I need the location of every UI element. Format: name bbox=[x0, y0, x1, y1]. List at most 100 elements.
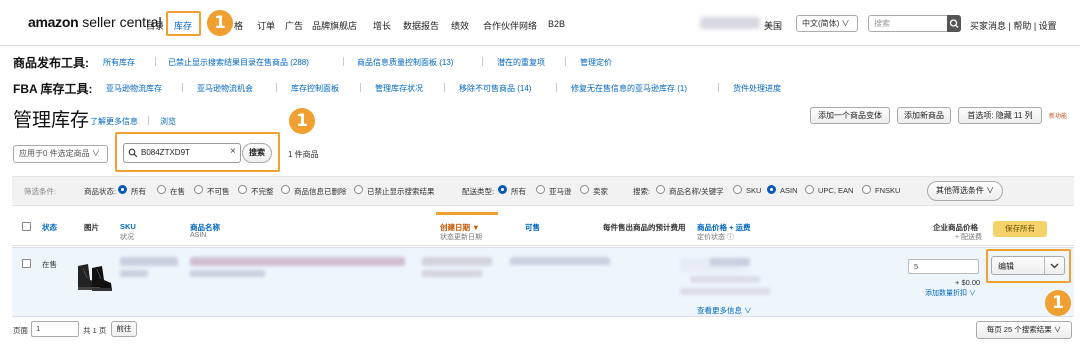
select-all-checkbox[interactable] bbox=[22, 222, 31, 231]
fba-link-dashboard[interactable]: 库存控制面板 bbox=[291, 83, 339, 94]
search-radio-asin[interactable] bbox=[767, 185, 776, 194]
column-sku[interactable]: SKU bbox=[120, 222, 136, 231]
product-image[interactable] bbox=[74, 256, 114, 296]
fba-link-shipments[interactable]: 货件处理进度 bbox=[733, 83, 781, 94]
tool-link-manage-pricing[interactable]: 管理定价 bbox=[580, 57, 612, 68]
page-title: 管理库存 bbox=[13, 110, 90, 131]
row-status: 在售 bbox=[42, 260, 57, 269]
sku-redacted bbox=[120, 257, 178, 266]
search-icon bbox=[949, 19, 959, 28]
condition-redacted bbox=[120, 270, 148, 277]
search-radio-sku[interactable] bbox=[733, 185, 742, 194]
nav-orders[interactable]: 订单 bbox=[257, 19, 275, 32]
new-feature-label: 新功能 bbox=[1049, 114, 1068, 120]
status-radio-active[interactable] bbox=[157, 185, 166, 194]
boots-image bbox=[78, 264, 112, 291]
add-variation-button[interactable]: 添加一个商品变体 bbox=[810, 107, 890, 124]
fulfillment-option-label: 卖家 bbox=[593, 187, 608, 196]
inventory-search-input[interactable]: B084ZTXD9T × bbox=[123, 143, 241, 163]
fulfillment-radio-all[interactable] bbox=[498, 185, 507, 194]
separator bbox=[155, 57, 156, 66]
search-radio-title[interactable] bbox=[656, 185, 665, 194]
view-more-details-link[interactable]: 查看更多信息 ∨ bbox=[697, 305, 752, 316]
tool-link-suppressed[interactable]: 已禁止显示搜索结果目录在售商品 (288) bbox=[168, 57, 309, 68]
column-asin-sub: ASIN bbox=[190, 232, 207, 239]
fba-link-inventory-health[interactable]: 管理库存状况 bbox=[375, 83, 423, 94]
fba-link-fix-stranded[interactable]: 修复无在售信息的亚马逊库存 (1) bbox=[571, 83, 687, 94]
amazon-seller-central-logo[interactable]: amazon seller central bbox=[28, 14, 162, 30]
page-number-input[interactable]: 1 bbox=[31, 321, 79, 337]
search-query-text: B084ZTXD9T bbox=[141, 148, 190, 157]
total-pages: 共 1 页 bbox=[83, 326, 107, 335]
fba-link-remove-unfulfillable[interactable]: 移除不可售商品 (14) bbox=[459, 83, 531, 94]
fba-link-inventory[interactable]: 亚马逊物流库存 bbox=[106, 83, 162, 94]
nav-stores[interactable]: 品牌旗舰店 bbox=[312, 19, 357, 32]
search-option-label: SKU bbox=[746, 186, 762, 195]
go-to-page-button[interactable]: 前往 bbox=[111, 321, 137, 337]
language-select[interactable]: 中文(简体) ∨ bbox=[796, 15, 858, 32]
step-marker-1: 1 bbox=[207, 10, 233, 36]
separator bbox=[276, 83, 277, 92]
tour-link[interactable]: 浏览 bbox=[160, 116, 176, 127]
status-filter-label: 商品状态: bbox=[84, 187, 117, 196]
separator bbox=[482, 57, 483, 66]
fee-redacted bbox=[680, 288, 770, 295]
preferences-button[interactable]: 首选项: 隐藏 11 列 bbox=[958, 107, 1042, 124]
status-radio-deleted[interactable] bbox=[281, 185, 290, 194]
fulfillment-radio-amazon[interactable] bbox=[536, 185, 545, 194]
save-all-button[interactable]: 保存所有 bbox=[993, 221, 1047, 237]
learn-more-link[interactable]: 了解更多信息 bbox=[90, 116, 138, 127]
nav-partner-network[interactable]: 合作伙伴网络 bbox=[483, 19, 537, 32]
business-price-input[interactable]: 5 bbox=[908, 259, 979, 274]
add-quantity-discount-link[interactable]: 添加数量折扣 ∨ bbox=[925, 288, 976, 298]
column-image: 图片 bbox=[84, 223, 99, 232]
nav-performance[interactable]: 绩效 bbox=[451, 19, 469, 32]
column-status[interactable]: 状态 bbox=[42, 222, 57, 233]
tool-link-duplicates[interactable]: 潜在的重复项 bbox=[497, 57, 545, 68]
search-button[interactable]: 搜索 bbox=[242, 143, 272, 163]
nav-b2b[interactable]: B2B bbox=[548, 19, 565, 29]
status-date-redacted bbox=[422, 270, 482, 277]
add-product-button[interactable]: 添加新商品 bbox=[897, 107, 951, 124]
search-radio-upc[interactable] bbox=[805, 185, 814, 194]
step-marker-2: 1 bbox=[289, 108, 315, 134]
column-fee-preview: 每件售出商品的预计费用 bbox=[603, 223, 686, 232]
header-search-input[interactable]: 搜索 bbox=[868, 15, 948, 32]
nav-catalog[interactable]: 目录 bbox=[146, 19, 164, 32]
result-count: 1 件商品 bbox=[288, 150, 319, 159]
edit-action-dropdown[interactable]: 编辑 bbox=[991, 256, 1065, 275]
tool-link-quality-dashboard[interactable]: 商品信息质量控制面板 (13) bbox=[357, 57, 453, 68]
status-radio-all[interactable] bbox=[118, 185, 127, 194]
price-status-redacted bbox=[690, 276, 760, 283]
dropdown-divider bbox=[1044, 257, 1045, 274]
results-per-page-select[interactable]: 每页 25 个搜索结果 ∨ bbox=[976, 321, 1072, 339]
available-redacted bbox=[510, 257, 610, 265]
apply-to-selected-dropdown[interactable]: 应用于0 件选定商品 ∨ bbox=[13, 145, 108, 163]
fba-link-opportunities[interactable]: 亚马逊物流机会 bbox=[197, 83, 253, 94]
status-option-label: 不完整 bbox=[251, 187, 274, 196]
fulfillment-option-label: 亚马逊 bbox=[549, 187, 572, 196]
clear-search-icon[interactable]: × bbox=[230, 146, 236, 157]
column-available[interactable]: 可售 bbox=[525, 222, 540, 233]
status-option-label: 所有 bbox=[131, 187, 146, 196]
search-icon bbox=[128, 148, 138, 158]
more-filters-button[interactable]: 其他筛选条件 ∨ bbox=[927, 181, 1003, 201]
nav-advertising[interactable]: 广告 bbox=[285, 19, 303, 32]
status-radio-incomplete[interactable] bbox=[238, 185, 247, 194]
status-radio-suppressed[interactable] bbox=[354, 185, 363, 194]
table-header bbox=[12, 208, 1074, 246]
publish-tools-label: 商品发布工具: bbox=[13, 56, 89, 70]
search-radio-fnsku[interactable] bbox=[862, 185, 871, 194]
nav-pricing[interactable]: 格 bbox=[234, 19, 243, 32]
fulfillment-radio-merchant[interactable] bbox=[580, 185, 589, 194]
nav-reports[interactable]: 数据报告 bbox=[403, 19, 439, 32]
header-links[interactable]: 买家消息 | 帮助 | 设置 bbox=[970, 19, 1057, 32]
header-search-button[interactable] bbox=[947, 15, 961, 32]
marketplace-label[interactable]: 美国 bbox=[764, 19, 782, 32]
row-checkbox[interactable] bbox=[22, 259, 31, 268]
status-radio-inactive[interactable] bbox=[194, 185, 203, 194]
sorted-column-indicator bbox=[436, 212, 498, 215]
nav-growth[interactable]: 增长 bbox=[373, 19, 391, 32]
separator bbox=[565, 57, 566, 66]
tool-link-all-inventory[interactable]: 所有库存 bbox=[103, 57, 135, 68]
